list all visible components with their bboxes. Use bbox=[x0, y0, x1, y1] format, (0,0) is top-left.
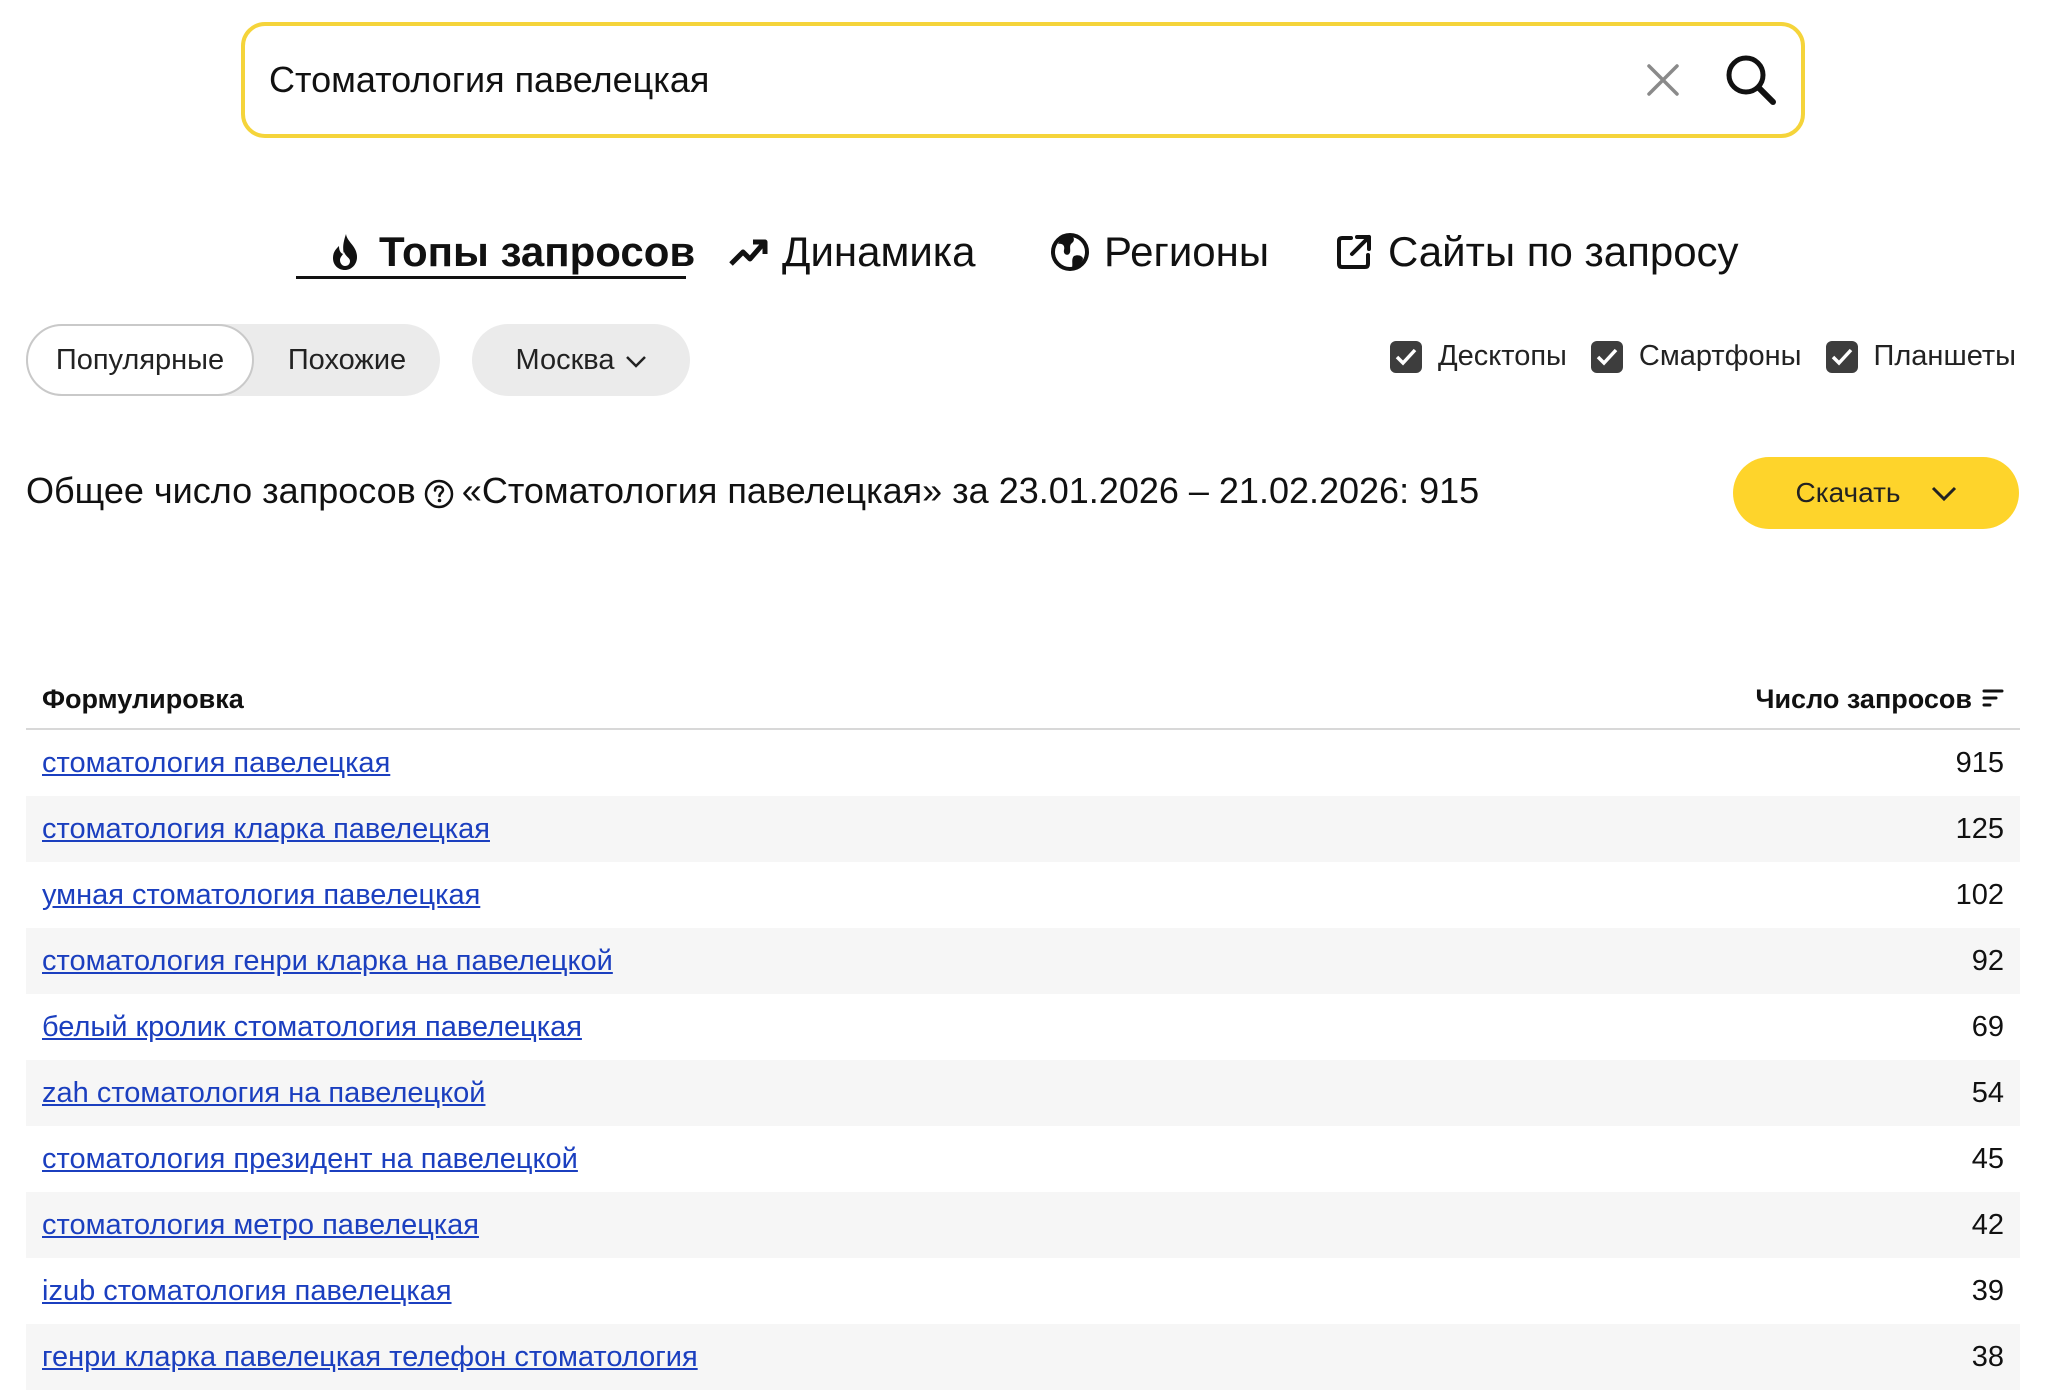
chevron-down-icon bbox=[1931, 477, 1957, 509]
tab-label: Топы запросов bbox=[379, 228, 696, 275]
query-link[interactable]: белый кролик стоматология павелецкая bbox=[42, 1011, 582, 1044]
similar-button[interactable]: Похожие bbox=[254, 324, 440, 396]
region-label: Москва bbox=[515, 343, 615, 376]
column-header-count[interactable]: Число запросов bbox=[1755, 684, 2004, 715]
query-link[interactable]: умная стоматология павелецкая bbox=[42, 879, 480, 912]
tab-label: Сайты по запросу bbox=[1388, 228, 1739, 275]
tab-regions[interactable]: Регионы bbox=[1050, 220, 1269, 284]
tab-top-queries[interactable]: Топы запросов bbox=[325, 220, 695, 284]
table-row: стоматология павелецкая 915 bbox=[26, 730, 2020, 796]
checkbox-checked-icon bbox=[1590, 340, 1623, 373]
tablet-checkbox[interactable]: Планшеты bbox=[1825, 340, 2016, 373]
table-row: стоматология генри кларка на павелецкой 9… bbox=[26, 928, 2020, 994]
table-row: белый кролик стоматология павелецкая 69 bbox=[26, 994, 2020, 1060]
checkbox-checked-icon bbox=[1389, 340, 1422, 373]
query-link[interactable]: стоматология метро павелецкая bbox=[42, 1209, 479, 1242]
tab-bar: Топы запросов Динамика Регионы Сайты по … bbox=[0, 220, 2046, 284]
query-count: 125 bbox=[1955, 812, 2004, 845]
mode-switch: Популярные Похожие bbox=[26, 324, 440, 396]
flame-icon bbox=[325, 232, 365, 272]
query-link[interactable]: стоматология павелецкая bbox=[42, 747, 390, 780]
table-header: Формулировка Число запросов bbox=[26, 670, 2020, 730]
table-row: генри кларка павелецкая телефон стоматол… bbox=[26, 1324, 2020, 1390]
query-link[interactable]: стоматология кларка павелецкая bbox=[42, 813, 490, 846]
clear-icon[interactable] bbox=[1641, 58, 1685, 102]
tab-label: Регионы bbox=[1104, 228, 1270, 275]
download-button[interactable]: Скачать bbox=[1733, 457, 2019, 529]
query-link[interactable]: стоматология президент на павелецкой bbox=[42, 1143, 578, 1176]
sort-icon bbox=[1982, 684, 2004, 715]
query-link[interactable]: генри кларка павелецкая телефон стоматол… bbox=[42, 1341, 698, 1374]
globe-icon bbox=[1050, 232, 1090, 272]
query-count: 54 bbox=[1971, 1076, 2004, 1109]
popular-button[interactable]: Популярные bbox=[26, 324, 254, 396]
tab-sites[interactable]: Сайты по запросу bbox=[1334, 220, 1739, 284]
total-summary: Общее число запросов «Стоматология павел… bbox=[26, 470, 1479, 512]
tab-dynamics[interactable]: Динамика bbox=[728, 220, 975, 284]
tablet-label: Планшеты bbox=[1873, 340, 2016, 372]
query-count: 39 bbox=[1971, 1274, 2004, 1307]
summary-text: «Стоматология павелецкая» за 23.01.2026 … bbox=[461, 470, 1480, 511]
summary-prefix: Общее число запросов bbox=[26, 470, 416, 511]
search-bar bbox=[241, 22, 1805, 138]
download-label: Скачать bbox=[1795, 477, 1901, 508]
column-header-query: Формулировка bbox=[42, 683, 244, 714]
table-row: izub стоматология павелецкая 39 bbox=[26, 1258, 2020, 1324]
table-row: умная стоматология павелецкая 102 bbox=[26, 862, 2020, 928]
search-input[interactable] bbox=[269, 26, 1569, 134]
column-header-count-label: Число запросов bbox=[1755, 683, 1972, 714]
query-count: 45 bbox=[1971, 1142, 2004, 1175]
query-count: 915 bbox=[1955, 746, 2004, 779]
query-count: 92 bbox=[1971, 944, 2004, 977]
desktop-checkbox[interactable]: Десктопы bbox=[1389, 340, 1567, 373]
search-icon[interactable] bbox=[1723, 52, 1779, 108]
smartphone-checkbox[interactable]: Смартфоны bbox=[1590, 340, 1802, 373]
region-select[interactable]: Москва bbox=[472, 324, 690, 396]
table-row: стоматология президент на павелецкой 45 bbox=[26, 1126, 2020, 1192]
chevron-down-icon bbox=[625, 344, 647, 377]
trend-up-icon bbox=[728, 232, 768, 272]
device-filters: Десктопы Смартфоны Планшеты bbox=[1389, 340, 2016, 373]
queries-table: Формулировка Число запросов стоматология… bbox=[26, 670, 2020, 1390]
table-row: стоматология метро павелецкая 42 bbox=[26, 1192, 2020, 1258]
smartphone-label: Смартфоны bbox=[1638, 340, 1802, 372]
table-row: zah стоматология на павелецкой 54 bbox=[26, 1060, 2020, 1126]
query-count: 42 bbox=[1971, 1208, 2004, 1241]
query-count: 38 bbox=[1971, 1340, 2004, 1373]
query-link[interactable]: izub стоматология павелецкая bbox=[42, 1275, 452, 1308]
query-count: 102 bbox=[1955, 878, 2004, 911]
help-icon[interactable] bbox=[424, 476, 454, 509]
table-row: стоматология кларка павелецкая 125 bbox=[26, 796, 2020, 862]
desktop-label: Десктопы bbox=[1437, 340, 1567, 372]
query-link[interactable]: zah стоматология на павелецкой bbox=[42, 1077, 485, 1110]
query-link[interactable]: стоматология генри кларка на павелецкой bbox=[42, 945, 613, 978]
query-count: 69 bbox=[1971, 1010, 2004, 1043]
tab-label: Динамика bbox=[782, 228, 976, 275]
checkbox-checked-icon bbox=[1825, 340, 1858, 373]
external-link-icon bbox=[1334, 232, 1374, 272]
active-tab-underline bbox=[296, 276, 686, 279]
table-body: стоматология павелецкая 915 стоматология … bbox=[26, 730, 2020, 1390]
